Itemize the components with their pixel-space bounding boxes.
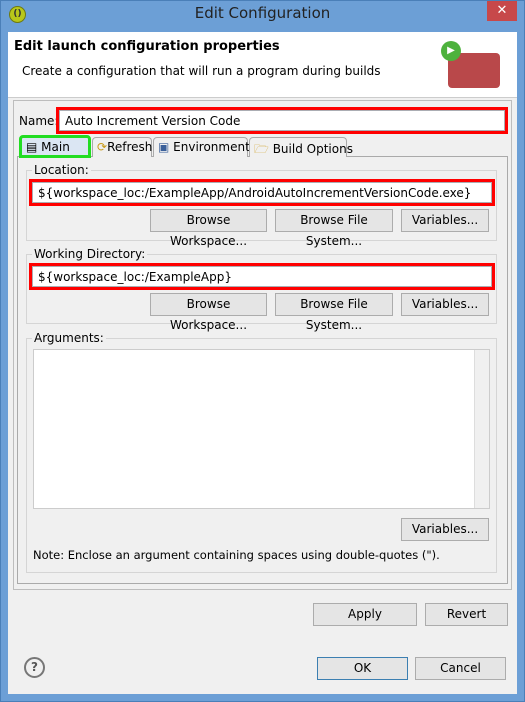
document-icon: ▤ <box>26 140 42 154</box>
arguments-variables-button[interactable]: Variables... <box>401 518 489 541</box>
tab-main[interactable]: ▤ Main <box>19 135 91 158</box>
help-icon[interactable]: ? <box>24 657 45 678</box>
working-directory-highlight: ${workspace_loc:/ExampleApp} <box>29 263 495 290</box>
working-directory-label: Working Directory: <box>32 247 148 261</box>
ok-button[interactable]: OK <box>317 657 408 680</box>
browse-workspace-button[interactable]: Browse Workspace... <box>150 209 267 248</box>
arguments-note: Note: Enclose an argument containing spa… <box>33 548 440 562</box>
browse-workspace-button[interactable]: Browse Workspace... <box>150 293 267 332</box>
refresh-icon: ⟳ <box>97 140 108 154</box>
window-title: Edit Configuration <box>194 4 331 22</box>
folder-icon: 🗁 <box>254 142 273 156</box>
location-input[interactable]: ${workspace_loc:/ExampleApp/AndroidAutoI… <box>32 182 492 203</box>
apply-button[interactable]: Apply <box>313 603 417 626</box>
header-subtitle: Create a configuration that will run a p… <box>22 64 381 78</box>
arguments-label: Arguments: <box>32 331 106 345</box>
variables-button[interactable]: Variables... <box>401 209 489 232</box>
play-icon: ▶ <box>441 41 461 61</box>
environment-icon: ▣ <box>158 140 174 154</box>
name-input[interactable]: Auto Increment Version Code <box>59 110 505 131</box>
arguments-textarea[interactable] <box>33 349 490 509</box>
close-button[interactable]: ✕ <box>487 1 517 21</box>
tab-build-options[interactable]: 🗁 Build Options <box>249 137 353 157</box>
variables-button[interactable]: Variables... <box>401 293 489 316</box>
working-directory-input[interactable]: ${workspace_loc:/ExampleApp} <box>32 266 492 287</box>
browse-file-system-button[interactable]: Browse File System... <box>275 209 393 248</box>
browse-file-system-button[interactable]: Browse File System... <box>275 293 393 332</box>
name-label: Name: <box>19 114 59 128</box>
location-highlight: ${workspace_loc:/ExampleApp/AndroidAutoI… <box>29 179 495 206</box>
tab-refresh[interactable]: ⟳Refresh <box>92 137 152 157</box>
cancel-button[interactable]: Cancel <box>415 657 506 680</box>
location-label: Location: <box>32 163 91 177</box>
header-title: Edit launch configuration properties <box>14 39 280 54</box>
tab-environment[interactable]: ▣ Environment <box>153 137 250 157</box>
arguments-scrollbar[interactable] <box>474 350 489 508</box>
name-highlight: Auto Increment Version Code <box>56 107 508 134</box>
revert-button[interactable]: Revert <box>425 603 508 626</box>
